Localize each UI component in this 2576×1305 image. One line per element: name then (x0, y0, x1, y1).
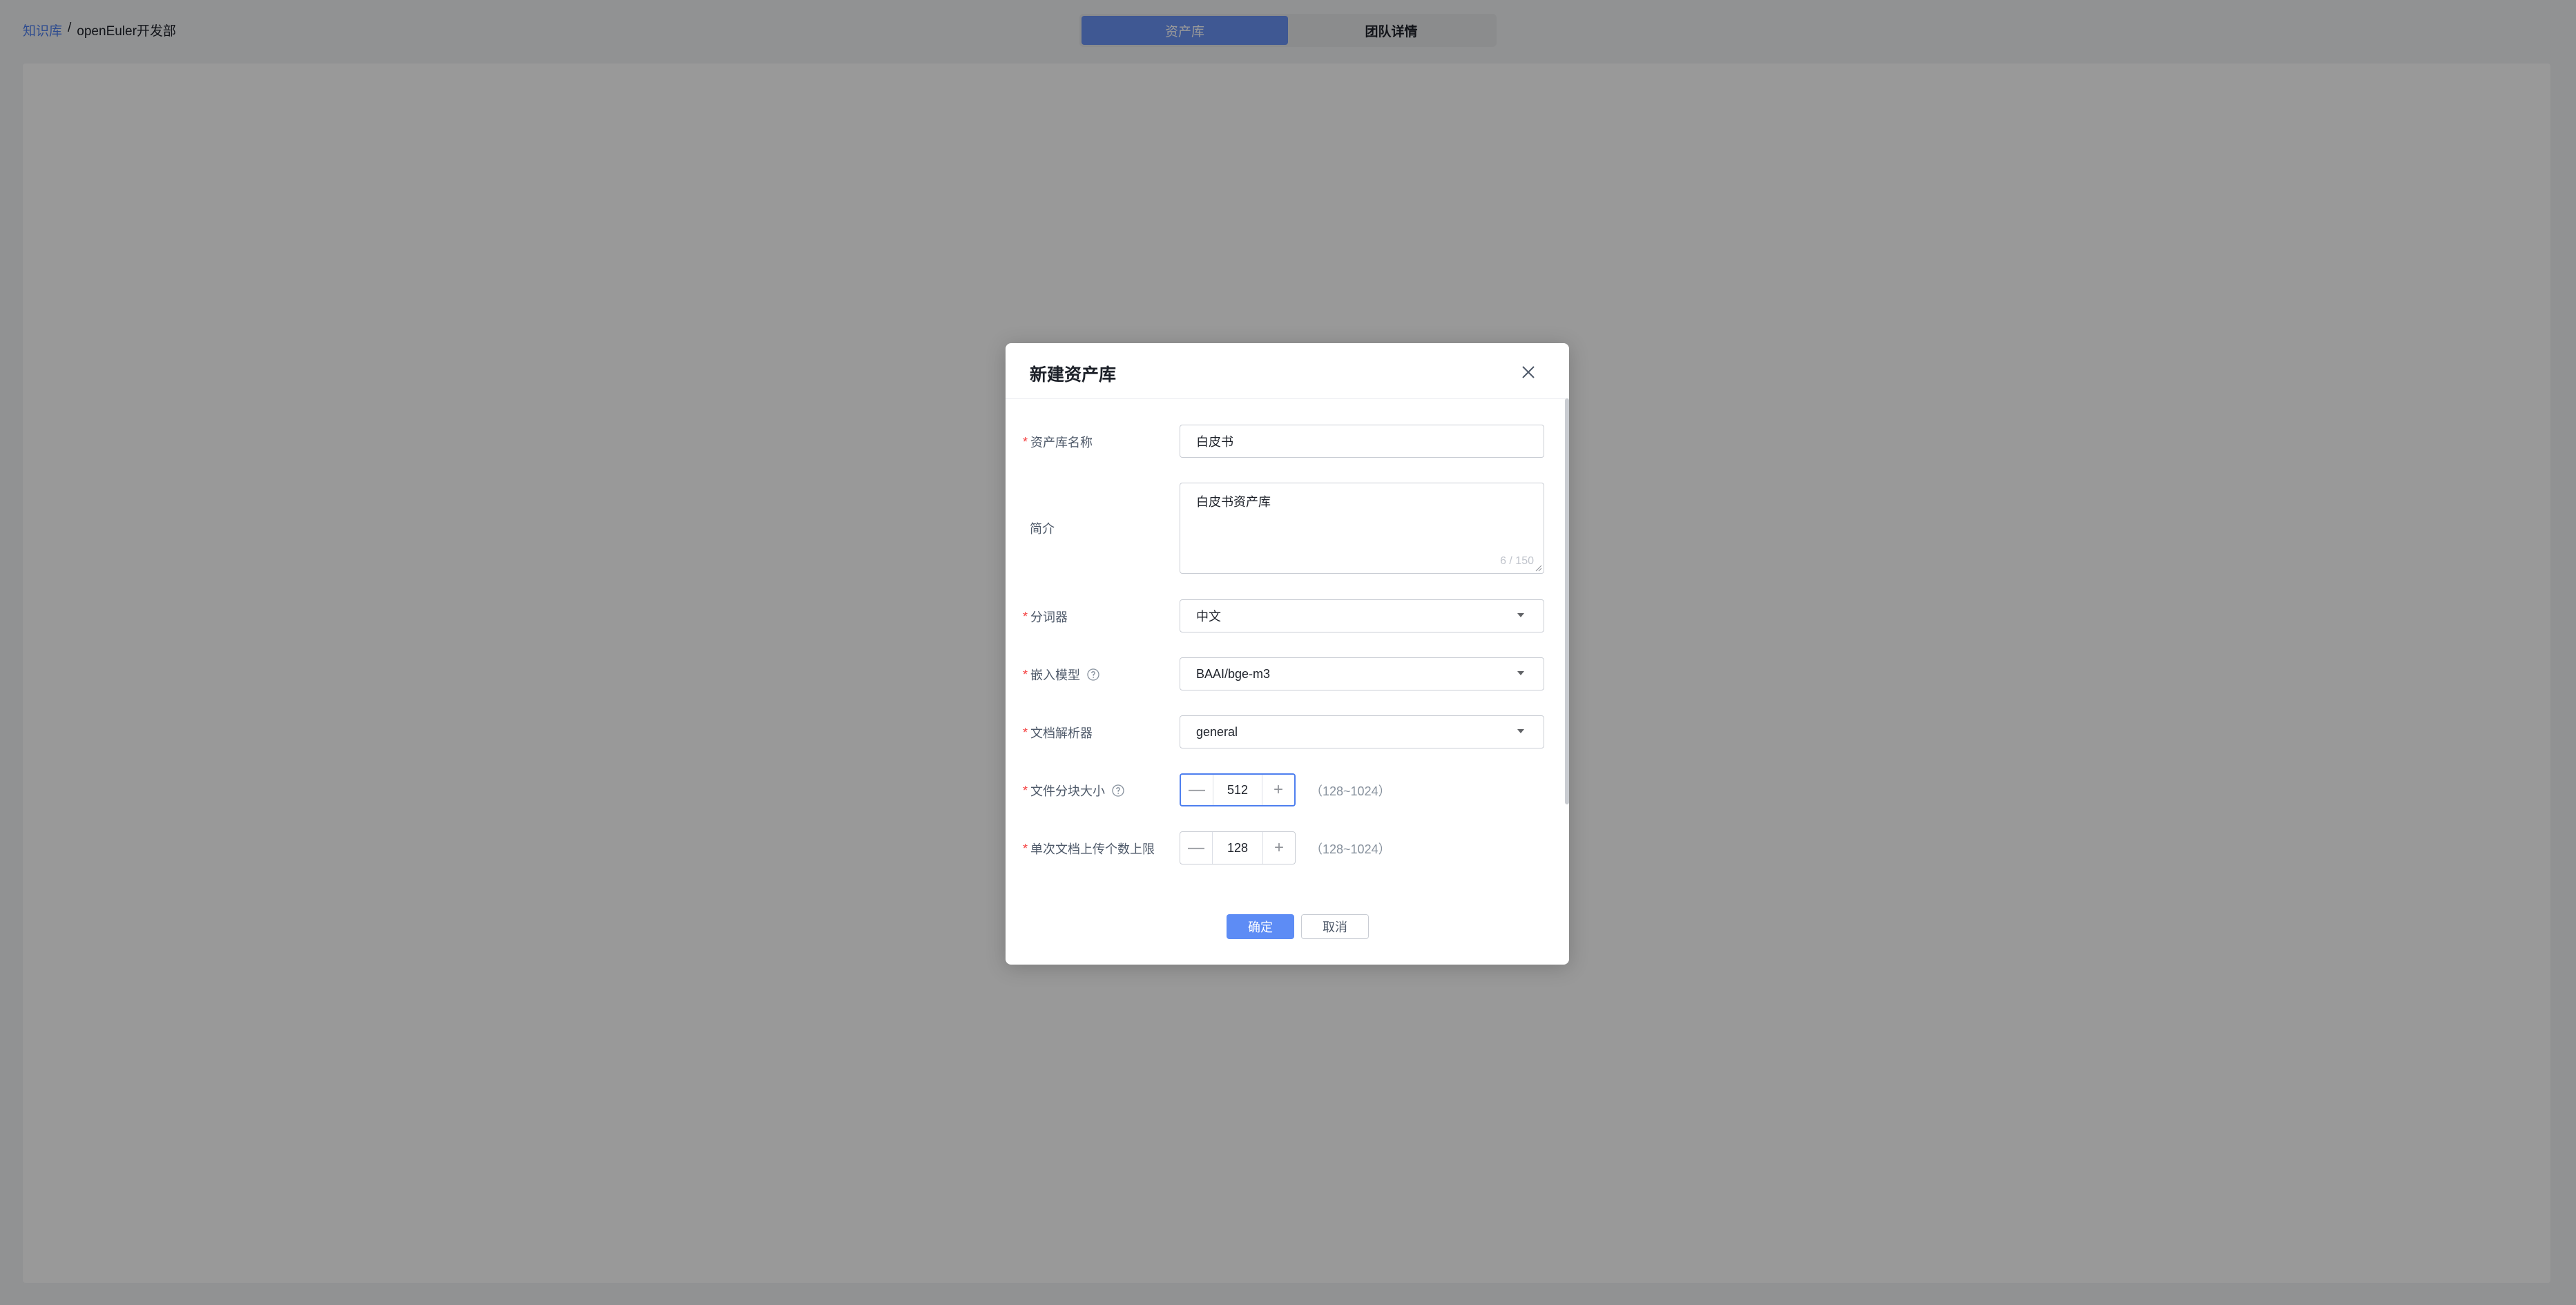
parser-label-text: 文档解析器 (1030, 726, 1093, 740)
chunk-size-range-hint: （128~1024） (1310, 784, 1391, 798)
tokenizer-label: * 分词器 (1023, 608, 1068, 626)
required-mark: * (1023, 783, 1028, 798)
upload-limit-value[interactable]: 128 (1213, 832, 1262, 864)
upload-limit-label-text: 单次文档上传个数上限 (1030, 842, 1155, 856)
chevron-down-icon (1517, 613, 1524, 617)
name-label: * 资产库名称 (1023, 433, 1093, 451)
embedding-label: * 嵌入模型 (1023, 666, 1099, 684)
chunk-size-value[interactable]: 512 (1213, 775, 1262, 805)
increment-button[interactable]: + (1262, 832, 1295, 864)
upload-limit-range-hint: （128~1024） (1310, 842, 1391, 856)
upload-limit-label: * 单次文档上传个数上限 (1023, 840, 1155, 858)
upload-limit-stepper[interactable]: — 128 + (1180, 831, 1296, 864)
required-mark: * (1023, 667, 1028, 682)
tokenizer-selected-value: 中文 (1196, 610, 1221, 624)
close-icon[interactable] (1521, 365, 1536, 380)
dialog-header: 新建资产库 (1006, 343, 1569, 399)
tokenizer-label-text: 分词器 (1030, 610, 1068, 624)
parser-selected-value: general (1196, 724, 1238, 739)
intro-label: 简介 (1030, 519, 1055, 537)
required-mark: * (1023, 841, 1028, 856)
create-asset-library-dialog: 新建资产库 * 资产库名称 白皮书 简介 白皮书资产库 6 / 150 * 分词… (1006, 343, 1569, 965)
chevron-down-icon (1517, 729, 1524, 733)
dialog-scrollbar[interactable] (1565, 398, 1569, 804)
embedding-selected-value: BAAI/bge-m3 (1196, 666, 1271, 681)
resize-grip-icon[interactable] (1535, 565, 1542, 572)
name-label-text: 资产库名称 (1030, 436, 1093, 450)
help-icon[interactable] (1087, 668, 1099, 681)
intro-text: 白皮书资产库 (1196, 495, 1271, 509)
required-mark: * (1023, 725, 1028, 740)
help-icon[interactable] (1112, 784, 1124, 797)
intro-textarea[interactable]: 白皮书资产库 6 / 150 (1180, 483, 1544, 574)
chevron-down-icon (1517, 671, 1524, 675)
tokenizer-select[interactable]: 中文 (1180, 599, 1544, 632)
name-input[interactable]: 白皮书 (1180, 425, 1544, 458)
embedding-label-text: 嵌入模型 (1030, 668, 1081, 682)
chunk-size-label: * 文件分块大小 (1023, 782, 1124, 800)
intro-char-counter: 6 / 150 (1500, 555, 1534, 567)
increment-button[interactable]: + (1262, 775, 1294, 805)
chunk-size-label-text: 文件分块大小 (1030, 784, 1106, 798)
required-mark: * (1023, 609, 1028, 624)
decrement-button[interactable]: — (1181, 775, 1213, 805)
embedding-model-select[interactable]: BAAI/bge-m3 (1180, 657, 1544, 690)
confirm-button[interactable]: 确定 (1227, 914, 1294, 939)
parser-label: * 文档解析器 (1023, 724, 1093, 742)
required-mark: * (1023, 434, 1028, 449)
intro-label-text: 简介 (1030, 522, 1055, 536)
decrement-button[interactable]: — (1180, 832, 1213, 864)
dialog-title: 新建资产库 (1030, 365, 1117, 385)
document-parser-select[interactable]: general (1180, 715, 1544, 748)
chunk-size-stepper[interactable]: — 512 + (1180, 773, 1296, 806)
cancel-button[interactable]: 取消 (1301, 914, 1369, 939)
